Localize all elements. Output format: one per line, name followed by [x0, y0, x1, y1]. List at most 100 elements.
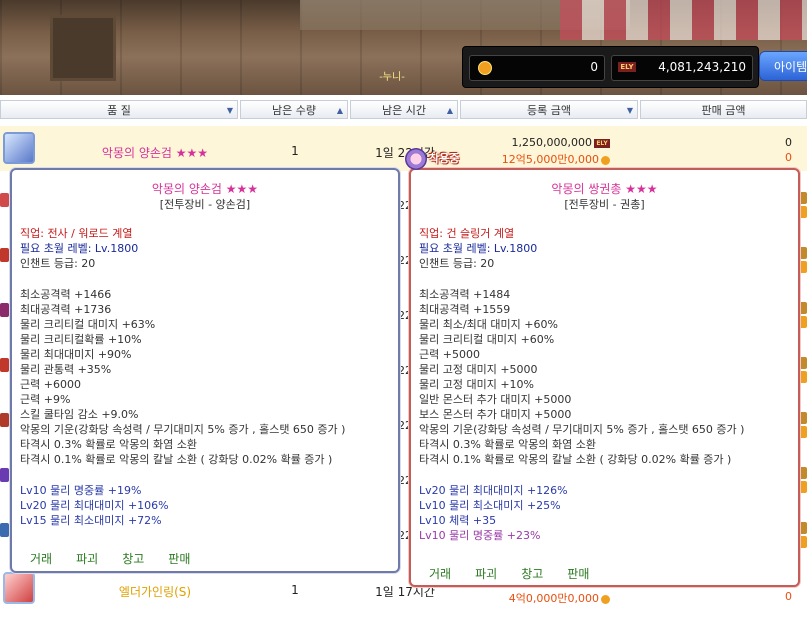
col-remaining-time-label: 남은 시간	[382, 104, 426, 117]
banner-awning	[560, 0, 807, 40]
tooltip-stat: 근력 +6000	[20, 378, 81, 391]
item-thumb-icon	[0, 523, 9, 537]
tooltip-stat: 근력 +9%	[20, 393, 71, 406]
item-name: 엘더가인링(S)	[118, 585, 192, 599]
sort-arrow-icon: ▲	[446, 106, 453, 115]
item-price-alt-value: 4억0,000만0,000	[508, 592, 599, 605]
tooltip-req-level: 필요 초월 레벨: Lv.1800	[419, 242, 538, 255]
tooltip-stat: 물리 최소/최대 대미지 +60%	[419, 318, 558, 331]
item-price-value: 1,250,000,000	[511, 136, 592, 149]
tooltip-job: 직업: 건 슬링거 계열	[419, 227, 515, 240]
ely-tag-icon: ELY	[594, 138, 610, 148]
col-sell-price[interactable]: 판매 금액	[640, 100, 807, 119]
item-qty: 1	[291, 144, 299, 158]
tooltip-job: 직업: 전사 / 워로드 계열	[20, 227, 133, 240]
banner-deco-text: -누니-	[379, 72, 405, 83]
tooltip-effect: 악몽의 기운(강화당 속성력 / 무기대미지 5% 증가 , 홀스탯 650 증…	[20, 423, 346, 436]
tooltip-effect: 타격시 0.3% 확률로 악몽의 화염 소환	[419, 438, 596, 451]
dropdown-arrow-icon: ▼	[226, 106, 233, 115]
coin-value: 0	[590, 60, 598, 74]
equipped-ring-icon	[405, 148, 427, 170]
tooltip-potential: Lv10 체력 +35	[419, 514, 497, 527]
ring-icon	[3, 572, 35, 604]
dropdown-arrow-icon: ▼	[626, 106, 633, 115]
tooltip-potential: Lv10 물리 최소대미지 +25%	[419, 499, 561, 512]
coin-box: 0	[469, 55, 605, 81]
item-price-alt: 4억0,000만0,000	[460, 590, 610, 606]
tooltip-actions: 거래 파괴 창고 판매	[30, 550, 190, 567]
item-tooltip-left: 악몽의 양손검 ★★★ [전투장비 - 양손검] 직업: 전사 / 워로드 계열…	[10, 168, 400, 573]
item-thumb-icon	[0, 468, 9, 482]
item-thumb-icon	[0, 248, 9, 262]
item-sell: 0	[785, 136, 792, 149]
tooltip-stat: 물리 최대대미지 +90%	[20, 348, 132, 361]
tooltip-effect: 타격시 0.3% 확률로 악몽의 화염 소환	[20, 438, 197, 451]
tooltip-stat: 스킬 쿨타임 감소 +9.0%	[20, 408, 139, 421]
col-register-price-label: 등록 금액	[527, 104, 571, 117]
tooltip-stat: 물리 고정 대미지 +10%	[419, 378, 534, 391]
tooltip-stat: 물리 고정 대미지 +5000	[419, 363, 538, 376]
top-banner: -누니- 0 ELY 4,081,243,210 아이템	[0, 0, 807, 95]
tooltip-effect: 악몽의 기운(강화당 속성력 / 무기대미지 5% 증가 , 홀스탯 650 증…	[419, 423, 745, 436]
equipped-label: 착용중	[429, 152, 460, 165]
tooltip-subtitle: [전투장비 - 권총]	[564, 198, 645, 211]
item-sell-alt: 0	[785, 151, 792, 164]
banner-window	[50, 15, 116, 81]
tooltip-effect: 타격시 0.1% 확률로 악몽의 칼날 소환 ( 강화당 0.02% 확률 증가…	[20, 453, 333, 466]
tooltip-potential: Lv20 물리 최대대미지 +126%	[419, 484, 568, 497]
tooltip-subtitle: [전투장비 - 양손검]	[159, 198, 251, 211]
table-row[interactable]: 악몽의 양손검 ★★★ 1 1일 22시간 1,250,000,000 ELY 1…	[0, 126, 807, 171]
item-tooltip-right: 악몽의 쌍권총 ★★★ [전투장비 - 권총] 직업: 건 슬링거 계열 필요 …	[409, 168, 800, 587]
currency-panel: 0 ELY 4,081,243,210	[462, 46, 759, 88]
col-quality-label: 품 질	[107, 104, 131, 117]
destroy-button[interactable]: 파괴	[76, 550, 98, 567]
col-sell-price-label: 판매 금액	[701, 104, 746, 117]
item-thumb-icon	[0, 303, 9, 317]
storage-button[interactable]: 창고	[521, 565, 543, 582]
item-price-alt-value: 12억5,000만0,000	[501, 153, 599, 166]
col-register-price[interactable]: 등록 금액 ▼	[460, 100, 638, 119]
tooltip-stat: 보스 몬스터 추가 대미지 +5000	[419, 408, 572, 421]
sell-button[interactable]: 판매	[168, 550, 190, 567]
coin-icon	[478, 61, 492, 75]
item-qty: 1	[291, 583, 299, 597]
coin-tag-icon	[601, 155, 610, 165]
tooltip-stat: 물리 관통력 +35%	[20, 363, 112, 376]
col-remaining-qty-label: 남은 수량	[272, 104, 316, 117]
tooltip-stat: 물리 크리티컬확률 +10%	[20, 333, 142, 346]
destroy-button[interactable]: 파괴	[475, 565, 497, 582]
tooltip-stat: 최대공격력 +1559	[419, 303, 511, 316]
tooltip-stat: 일반 몬스터 추가 대미지 +5000	[419, 393, 572, 406]
tooltip-stat: 물리 크리티컬 대미지 +60%	[419, 333, 555, 346]
tooltip-stat: 물리 크리티컬 대미지 +63%	[20, 318, 156, 331]
table-header: 품 질 ▼ 남은 수량 ▲ 남은 시간 ▲ 등록 금액 ▼ 판매 금액	[0, 100, 807, 120]
equipped-badge: 착용중	[405, 148, 475, 170]
trade-button[interactable]: 거래	[429, 565, 451, 582]
item-sell-alt: 0	[785, 590, 792, 603]
item-thumb-icon	[0, 413, 9, 427]
item-button[interactable]: 아이템	[759, 51, 807, 81]
tooltip-enchant: 인챈트 등급: 20	[20, 257, 96, 270]
col-remaining-qty[interactable]: 남은 수량 ▲	[240, 100, 348, 119]
tooltip-potential: Lv20 물리 최대대미지 +106%	[20, 499, 169, 512]
tooltip-potential: Lv10 물리 명중률 +23%	[419, 529, 541, 542]
col-quality[interactable]: 품 질 ▼	[0, 100, 238, 119]
tooltip-potential: Lv10 물리 명중률 +19%	[20, 484, 142, 497]
tooltip-title: 악몽의 쌍권총 ★★★	[551, 182, 658, 196]
tooltip-stat: 최소공격력 +1466	[20, 288, 112, 301]
tooltip-title: 악몽의 양손검 ★★★	[151, 182, 259, 196]
tooltip-stat: 근력 +5000	[419, 348, 480, 361]
sword-icon	[3, 132, 35, 164]
ely-value: 4,081,243,210	[658, 60, 746, 74]
trade-button[interactable]: 거래	[30, 550, 52, 567]
coin-tag-icon	[601, 594, 610, 604]
tooltip-effect: 타격시 0.1% 확률로 악몽의 칼날 소환 ( 강화당 0.02% 확률 증가…	[419, 453, 732, 466]
item-price: 1,250,000,000 ELY	[460, 136, 610, 149]
item-price-alt: 12억5,000만0,000	[460, 151, 610, 167]
storage-button[interactable]: 창고	[122, 550, 144, 567]
tooltip-enchant: 인챈트 등급: 20	[419, 257, 495, 270]
col-remaining-time[interactable]: 남은 시간 ▲	[350, 100, 458, 119]
sell-button[interactable]: 판매	[567, 565, 589, 582]
tooltip-req-level: 필요 초월 레벨: Lv.1800	[20, 242, 139, 255]
item-name: 악몽의 양손검 ★★★	[101, 146, 209, 160]
